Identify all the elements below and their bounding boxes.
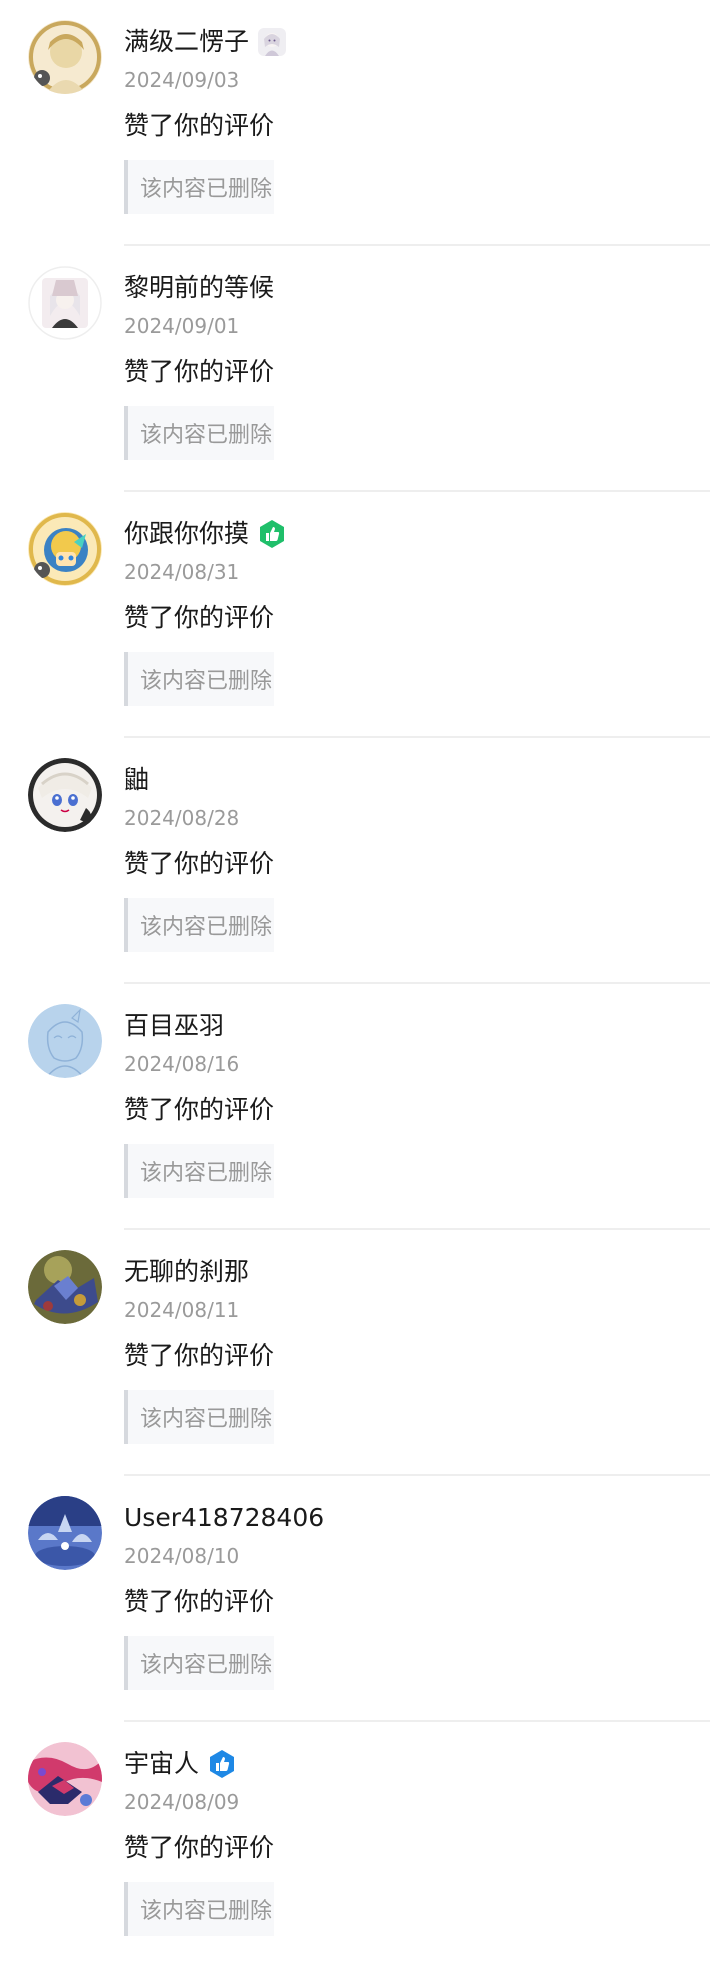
user-avatar[interactable] (28, 1742, 102, 1816)
list-item[interactable]: 满级二愣子 2024/09/03 赞了你的评价 该内容已删除 (0, 0, 720, 246)
timestamp: 2024/08/28 (124, 806, 240, 830)
user-name[interactable]: 宇宙人 (124, 1744, 199, 1784)
list-item[interactable]: 百目巫羽 2024/08/16 赞了你的评价 该内容已删除 (0, 984, 720, 1230)
quoted-content-text: 该内容已删除 (140, 915, 273, 940)
green-thumb-badge-icon (257, 519, 287, 549)
user-name[interactable]: 黎明前的等候 (124, 268, 274, 308)
blue-thumb-badge-icon (207, 1749, 237, 1779)
quoted-content-text: 该内容已删除 (140, 669, 273, 694)
user-avatar[interactable] (28, 758, 102, 832)
list-item[interactable]: 宇宙人 2024/08/09 赞了你的评价 该内容已删除 (0, 1722, 720, 1968)
timestamp: 2024/08/09 (124, 1790, 240, 1814)
timestamp: 2024/08/16 (124, 1052, 240, 1076)
quoted-content[interactable]: 该内容已删除 (124, 652, 274, 706)
action-text: 赞了你的评价 (124, 357, 275, 386)
quoted-content[interactable]: 该内容已删除 (124, 1390, 274, 1444)
list-item[interactable]: 黎明前的等候 2024/09/01 赞了你的评价 该内容已删除 (0, 246, 720, 492)
quoted-content[interactable]: 该内容已删除 (124, 1144, 274, 1198)
quoted-content[interactable]: 该内容已删除 (124, 1636, 274, 1690)
user-avatar[interactable] (28, 1250, 102, 1324)
action-text: 赞了你的评价 (124, 1587, 275, 1616)
action-text: 赞了你的评价 (124, 1095, 275, 1124)
timestamp: 2024/09/01 (124, 314, 240, 338)
quoted-content[interactable]: 该内容已删除 (124, 1882, 274, 1936)
quoted-content-text: 该内容已删除 (140, 1161, 273, 1186)
timestamp: 2024/08/10 (124, 1544, 240, 1568)
action-text: 赞了你的评价 (124, 603, 275, 632)
user-name[interactable]: User418728406 (124, 1498, 324, 1538)
timestamp: 2024/09/03 (124, 68, 240, 92)
timestamp: 2024/08/11 (124, 1298, 240, 1322)
quoted-content[interactable]: 该内容已删除 (124, 406, 274, 460)
action-text: 赞了你的评价 (124, 111, 275, 140)
user-avatar[interactable] (28, 266, 102, 340)
list-item[interactable]: User418728406 2024/08/10 赞了你的评价 该内容已删除 (0, 1476, 720, 1722)
user-name[interactable]: 无聊的刹那 (124, 1252, 249, 1292)
list-item[interactable]: 无聊的刹那 2024/08/11 赞了你的评价 该内容已删除 (0, 1230, 720, 1476)
user-name[interactable]: 鼬 (124, 760, 149, 800)
user-avatar[interactable] (28, 20, 102, 94)
quoted-content-text: 该内容已删除 (140, 1899, 273, 1924)
character-avatar-badge-icon (257, 27, 287, 57)
quoted-content[interactable]: 该内容已删除 (124, 898, 274, 952)
quoted-content-text: 该内容已删除 (140, 423, 273, 448)
action-text: 赞了你的评价 (124, 1341, 275, 1370)
list-item[interactable]: 鼬 2024/08/28 赞了你的评价 该内容已删除 (0, 738, 720, 984)
quoted-content-text: 该内容已删除 (140, 177, 273, 202)
quoted-content[interactable]: 该内容已删除 (124, 160, 274, 214)
user-name[interactable]: 百目巫羽 (124, 1006, 224, 1046)
user-avatar[interactable] (28, 512, 102, 586)
action-text: 赞了你的评价 (124, 849, 275, 878)
list-item[interactable]: 你跟你你摸 2024/08/31 赞了你的评价 该内容已删除 (0, 492, 720, 738)
user-avatar[interactable] (28, 1496, 102, 1570)
user-avatar[interactable] (28, 1004, 102, 1078)
quoted-content-text: 该内容已删除 (140, 1407, 273, 1432)
notification-list: 满级二愣子 2024/09/03 赞了你的评价 该内容已删除 黎明前的等候 20… (0, 0, 720, 1968)
action-text: 赞了你的评价 (124, 1833, 275, 1862)
user-name[interactable]: 你跟你你摸 (124, 514, 249, 554)
user-name[interactable]: 满级二愣子 (124, 22, 249, 62)
quoted-content-text: 该内容已删除 (140, 1653, 273, 1678)
timestamp: 2024/08/31 (124, 560, 240, 584)
